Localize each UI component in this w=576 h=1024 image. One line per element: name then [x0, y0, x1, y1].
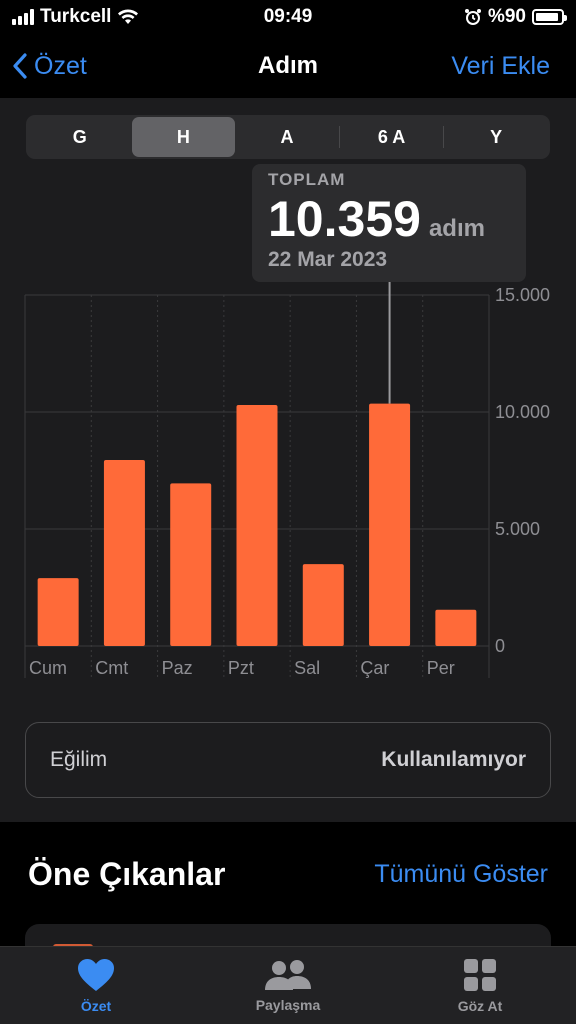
tooltip-unit: adım [428, 215, 485, 242]
back-button[interactable]: Özet [12, 52, 87, 81]
show-all-button[interactable]: Tümünü Göster [374, 860, 548, 889]
chart-bar-Per[interactable] [435, 609, 477, 646]
tab-sharing[interactable]: Paylaşma [192, 947, 384, 1024]
status-bar: Turkcell 09:49 %90 [0, 0, 576, 34]
tooltip-date: 22 Mar 2023 [268, 248, 388, 271]
cellular-signal-icon [12, 9, 34, 25]
highlights-header: Öne Çıkanlar Tümünü Göster [28, 856, 548, 893]
x-tick-label: Pzt [228, 658, 254, 678]
chart-bar-Sal[interactable] [302, 564, 344, 646]
add-data-button[interactable]: Veri Ekle [451, 52, 550, 81]
chart-bar-Paz[interactable] [170, 483, 212, 646]
heart-icon [78, 958, 114, 991]
x-tick-label: Cmt [95, 658, 128, 678]
x-tick-label: Cum [29, 658, 67, 678]
y-tick-label: 15.000 [495, 285, 550, 305]
chart-card: G H A 6 A Y 15.000 10.000 5.000 0 Cum Cmt Paz P… [0, 98, 576, 822]
tooltip-value: 10.359 [268, 191, 421, 247]
navigation-bar: Özet Adım Veri Ekle [0, 34, 576, 98]
grid-icon [464, 958, 496, 991]
alarm-icon [464, 9, 481, 25]
wifi-icon [118, 9, 139, 24]
tab-summary-label: Özet [80, 997, 112, 1014]
carrier-name: Turkcell [40, 6, 112, 27]
tooltip-label: TOPLAM [268, 170, 346, 189]
battery-percentage: %90 [487, 6, 526, 27]
tab-browse[interactable]: Göz At [384, 947, 576, 1024]
y-tick-label: 10.000 [495, 402, 550, 422]
y-tick-label: 5.000 [495, 519, 540, 539]
chart-bar-Çar[interactable] [369, 403, 411, 646]
people-icon [265, 959, 311, 990]
tab-summary[interactable]: Özet [0, 947, 192, 1024]
tab-browse-label: Göz At [457, 997, 503, 1014]
back-button-label: Özet [34, 51, 87, 80]
status-right: %90 [464, 6, 567, 28]
chart-bar-Pzt[interactable] [236, 404, 278, 646]
selected-value-tooltip: TOPLAM 10.359 adım 22 Mar 2023 [252, 164, 526, 282]
chart-bar-Cmt[interactable] [103, 459, 145, 646]
x-tick-label: Sal [294, 658, 320, 678]
y-tick-label: 0 [495, 636, 505, 656]
tab-bar: Özet Paylaşma Göz At [0, 946, 576, 1024]
tooltip-value-row: 10.359 adım [268, 190, 510, 248]
highlights-heading: Öne Çıkanlar [28, 856, 226, 892]
battery-level-fill [536, 13, 558, 21]
status-left: Turkcell [12, 6, 139, 28]
trend-value: Kullanılamıyor [381, 748, 526, 771]
x-tick-label: Çar [360, 658, 389, 678]
chart-bar-Cum[interactable] [37, 578, 79, 646]
battery-icon [532, 9, 567, 25]
chevron-left-icon [13, 53, 27, 79]
trend-label: Eğilim [50, 748, 108, 771]
x-tick-label: Per [427, 658, 455, 678]
x-tick-label: Paz [162, 658, 193, 678]
tab-sharing-label: Paylaşma [255, 996, 321, 1013]
trend-row[interactable]: Eğilim Kullanılamıyor [25, 722, 551, 798]
